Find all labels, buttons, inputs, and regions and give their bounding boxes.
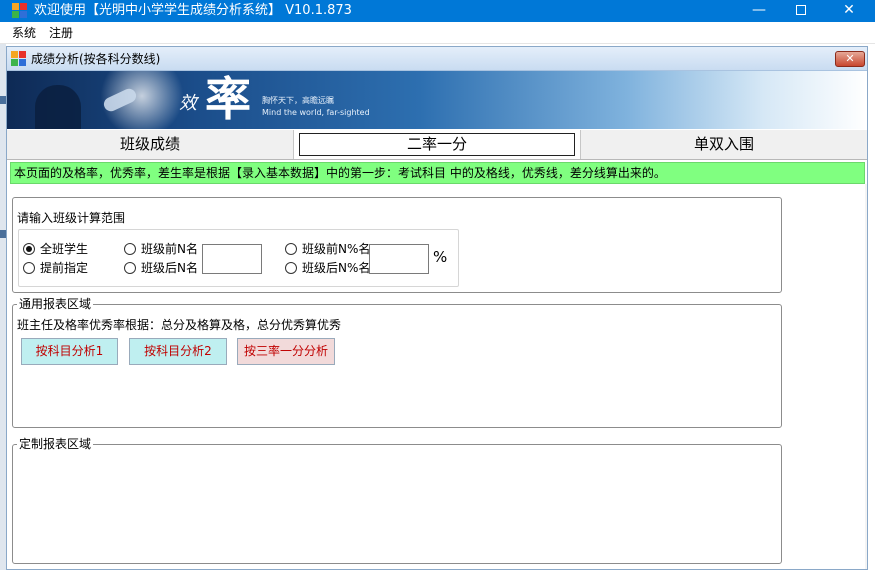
banner-small-char: 效 bbox=[179, 93, 197, 114]
banner-slogan-en: Mind the world, far-sighted bbox=[262, 108, 370, 117]
analysis-window-title-bar[interactable]: 成绩分析(按各科分数线) ✕ bbox=[7, 47, 867, 71]
tab-strip: 班级成绩 二率一分 单双入围 bbox=[7, 130, 867, 160]
minimize-button[interactable]: — bbox=[736, 0, 782, 22]
analysis-window: 成绩分析(按各科分数线) ✕ 效 率 胸怀天下，高瞻远瞩 Mind the wo… bbox=[6, 46, 868, 570]
tab-two-rates-one-score-label: 二率一分 bbox=[299, 133, 575, 156]
maximize-button[interactable] bbox=[778, 0, 824, 22]
menu-bar: 系统 注册 bbox=[0, 22, 875, 44]
radio-preset[interactable]: 提前指定 bbox=[23, 261, 88, 275]
app-icon bbox=[12, 3, 28, 19]
range-title: 请输入班级计算范围 bbox=[17, 211, 126, 225]
banner-figure bbox=[35, 85, 81, 129]
right-edge bbox=[865, 184, 867, 569]
banner-big-char: 率 bbox=[205, 72, 251, 126]
radio-icon bbox=[285, 262, 297, 274]
tab-two-rates-one-score[interactable]: 二率一分 bbox=[294, 130, 581, 159]
tab-single-double[interactable]: 单双入围 bbox=[581, 130, 867, 159]
basis-text: 班主任及格率优秀率根据：总分及格算及格，总分优秀算优秀 bbox=[17, 318, 342, 332]
radio-icon bbox=[285, 243, 297, 255]
radio-icon bbox=[124, 243, 136, 255]
maximize-icon bbox=[796, 5, 806, 15]
radio-all-students[interactable]: 全班学生 bbox=[23, 242, 88, 256]
subject-analysis-1-button[interactable]: 按科目分析1 bbox=[21, 338, 118, 365]
tab-class-scores[interactable]: 班级成绩 bbox=[7, 130, 294, 159]
radio-top-n[interactable]: 班级前N名 bbox=[124, 242, 198, 256]
analysis-window-close-button[interactable]: ✕ bbox=[835, 51, 865, 67]
banner-image: 效 率 胸怀天下，高瞻远瞩 Mind the world, far-sighte… bbox=[7, 71, 867, 129]
n-input[interactable] bbox=[202, 244, 262, 274]
range-options: 全班学生 提前指定 班级前N名 班级后N名 班级前N%名 班级后N%名 % bbox=[18, 229, 459, 287]
analysis-window-icon bbox=[11, 51, 27, 67]
radio-icon bbox=[23, 262, 35, 274]
close-button[interactable]: ✕ bbox=[826, 0, 872, 22]
pct-input[interactable] bbox=[369, 244, 429, 274]
percent-unit: % bbox=[433, 248, 448, 266]
menu-register[interactable]: 注册 bbox=[49, 26, 73, 40]
analysis-window-title: 成绩分析(按各科分数线) bbox=[31, 52, 161, 66]
notice-banner: 本页面的及格率，优秀率，差生率是根据【录入基本数据】中的第一步：考试科目 中的及… bbox=[10, 162, 865, 184]
custom-report-legend: 定制报表区域 bbox=[17, 437, 94, 451]
range-panel: 请输入班级计算范围 全班学生 提前指定 班级前N名 班级后N名 班级前N%名 班… bbox=[12, 197, 782, 293]
radio-selected-icon bbox=[23, 243, 35, 255]
app-window: 欢迎使用【光明中小学学生成绩分析系统】 V10.1.873 — ✕ 系统 注册 … bbox=[0, 0, 875, 570]
banner-slogan: 胸怀天下，高瞻远瞩 bbox=[262, 96, 334, 105]
common-report-panel: 通用报表区域 班主任及格率优秀率根据：总分及格算及格，总分优秀算优秀 按科目分析… bbox=[12, 297, 782, 428]
radio-icon bbox=[124, 262, 136, 274]
subject-analysis-2-button[interactable]: 按科目分析2 bbox=[129, 338, 227, 365]
title-bar[interactable]: 欢迎使用【光明中小学学生成绩分析系统】 V10.1.873 — ✕ bbox=[0, 0, 875, 22]
three-rates-analysis-button[interactable]: 按三率一分分析 bbox=[237, 338, 335, 365]
custom-report-panel: 定制报表区域 bbox=[12, 437, 782, 564]
radio-bottom-n[interactable]: 班级后N名 bbox=[124, 261, 198, 275]
radio-bottom-pct[interactable]: 班级后N%名 bbox=[285, 261, 370, 275]
common-report-legend: 通用报表区域 bbox=[17, 297, 94, 311]
menu-system[interactable]: 系统 bbox=[12, 26, 36, 40]
window-title: 欢迎使用【光明中小学学生成绩分析系统】 V10.1.873 bbox=[34, 3, 352, 18]
radio-top-pct[interactable]: 班级前N%名 bbox=[285, 242, 370, 256]
